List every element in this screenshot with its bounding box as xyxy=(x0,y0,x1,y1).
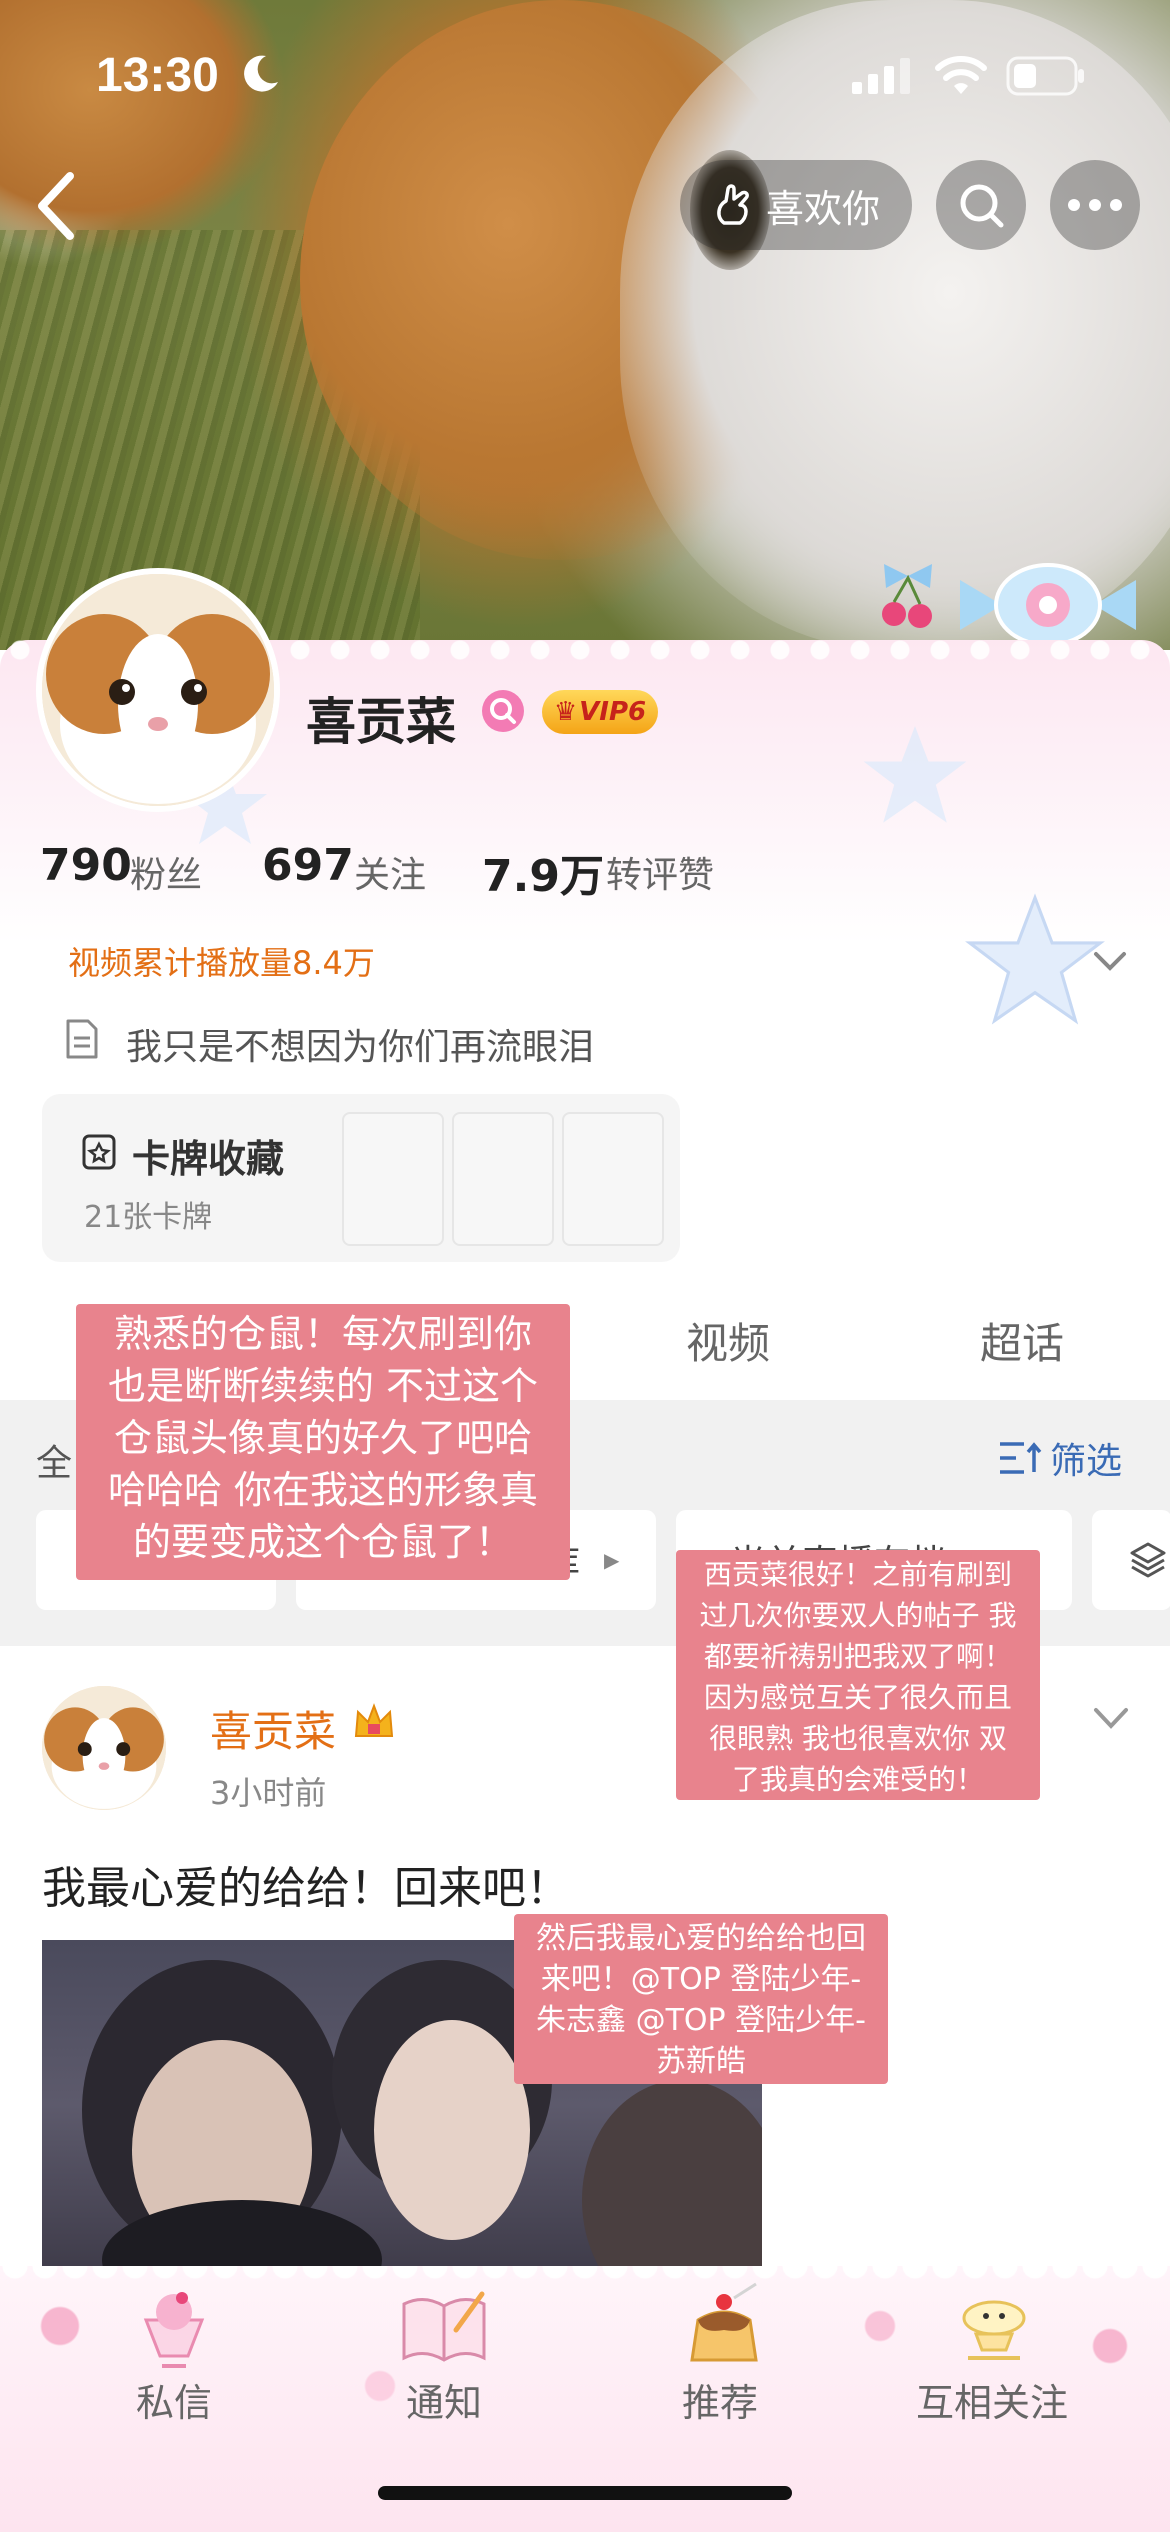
profile-name: 喜贡菜 xyxy=(306,693,456,751)
card-slot[interactable] xyxy=(342,1112,444,1246)
candy-sticker xyxy=(960,563,1136,647)
profile-bio: 我只是不想因为你们再流眼泪 xyxy=(126,1027,595,1068)
document-icon xyxy=(66,1019,98,1059)
filter-icon xyxy=(1000,1442,1042,1474)
annotation-note: 然后我最心爱的给给也回 来吧！@TOP 登陆少年- 朱志鑫 @TOP 登陆少年-… xyxy=(514,1914,888,2084)
followers-count[interactable]: 790 xyxy=(40,840,132,891)
annotation-note: 熟悉的仓鼠！每次刷到你 也是断断续续的 不过这个 仓鼠头像真的好久了吧哈 哈哈哈… xyxy=(76,1304,570,1580)
video-play-count: 视频累计播放量8.4万 xyxy=(68,944,375,982)
layers-icon xyxy=(1130,1542,1166,1578)
profile-avatar[interactable] xyxy=(36,568,280,812)
home-indicator[interactable] xyxy=(378,2486,792,2500)
card-tag-icon xyxy=(82,1134,116,1170)
moon-icon xyxy=(244,55,278,92)
bottom-tab-messages[interactable]: 私信 xyxy=(136,2372,212,2427)
cherry-bow-sticker xyxy=(882,564,932,628)
guinea-pig-white xyxy=(620,0,1170,650)
like-you-label: 喜欢你 xyxy=(765,186,880,231)
pudding-icon[interactable] xyxy=(676,2280,772,2376)
vip-badge[interactable]: ♛ VIP6 xyxy=(542,690,658,734)
followers-label[interactable]: 粉丝 xyxy=(130,846,202,898)
filter-button[interactable]: 筛选 xyxy=(1050,1432,1122,1484)
chip-arrow-icon: ▶ xyxy=(604,1548,620,1572)
bottom-tab-notifications[interactable]: 通知 xyxy=(406,2372,482,2427)
annotation-note: 西贡菜很好！之前有刷到 过几次你要双人的帖子 我 都要祈祷别把我双了啊！ 因为感… xyxy=(676,1550,1040,1800)
plaid-star-decoration xyxy=(965,893,1105,1025)
likes-count[interactable]: 7.9万 xyxy=(482,840,604,904)
signal-icon xyxy=(852,58,910,94)
star-decoration-2 xyxy=(863,726,967,823)
card-slot[interactable] xyxy=(562,1112,664,1246)
bottom-tab-recommend[interactable]: 推荐 xyxy=(682,2372,758,2427)
post-time: 3小时前 xyxy=(210,1774,327,1812)
crown-icon xyxy=(354,1703,394,1737)
more-button[interactable] xyxy=(1050,160,1140,250)
bottom-tab-mutual-follow[interactable]: 互相关注 xyxy=(916,2372,1068,2427)
like-you-button[interactable]: 喜欢你 xyxy=(680,160,912,250)
cake-icon[interactable] xyxy=(946,2280,1042,2376)
card-collection-count: 21张卡牌 xyxy=(84,1200,213,1235)
card-collection-title: 卡牌收藏 xyxy=(132,1137,285,1181)
following-count[interactable]: 697 xyxy=(262,840,354,891)
back-icon[interactable] xyxy=(26,168,86,244)
verify-badge-icon[interactable] xyxy=(482,690,524,732)
chevron-down-icon[interactable] xyxy=(1090,1700,1132,1736)
battery-icon xyxy=(1006,56,1084,96)
book-icon[interactable] xyxy=(396,2280,492,2376)
tab-super-topic[interactable]: 超话 xyxy=(980,1310,1064,1371)
guinea-pig-avatar-icon xyxy=(42,1686,166,1810)
search-button[interactable] xyxy=(936,160,1026,250)
likes-label[interactable]: 转评赞 xyxy=(606,846,714,898)
wifi-icon xyxy=(935,56,987,94)
magnifier-badge-icon xyxy=(490,698,516,724)
chevron-down-icon[interactable] xyxy=(1090,940,1130,980)
post-text: 我最心爱的给给！回来吧！ xyxy=(42,1863,570,1914)
following-label[interactable]: 关注 xyxy=(354,846,426,898)
search-icon xyxy=(960,184,1004,228)
vip-label: VIP6 xyxy=(579,697,647,727)
guinea-pig-avatar-icon xyxy=(42,574,274,806)
tab-video[interactable]: 视频 xyxy=(686,1310,770,1371)
ice-cream-icon[interactable] xyxy=(126,2280,222,2376)
more-icon xyxy=(1068,199,1122,211)
card-slot[interactable] xyxy=(452,1112,554,1246)
status-time: 13:30 xyxy=(96,49,219,102)
filter-all-label[interactable]: 全 xyxy=(36,1434,72,1486)
post-author[interactable]: 喜贡菜 xyxy=(210,1698,336,1759)
post-avatar[interactable] xyxy=(42,1686,166,1810)
hand-heart-icon xyxy=(717,184,749,225)
crown-icon: ♛ xyxy=(553,697,578,727)
